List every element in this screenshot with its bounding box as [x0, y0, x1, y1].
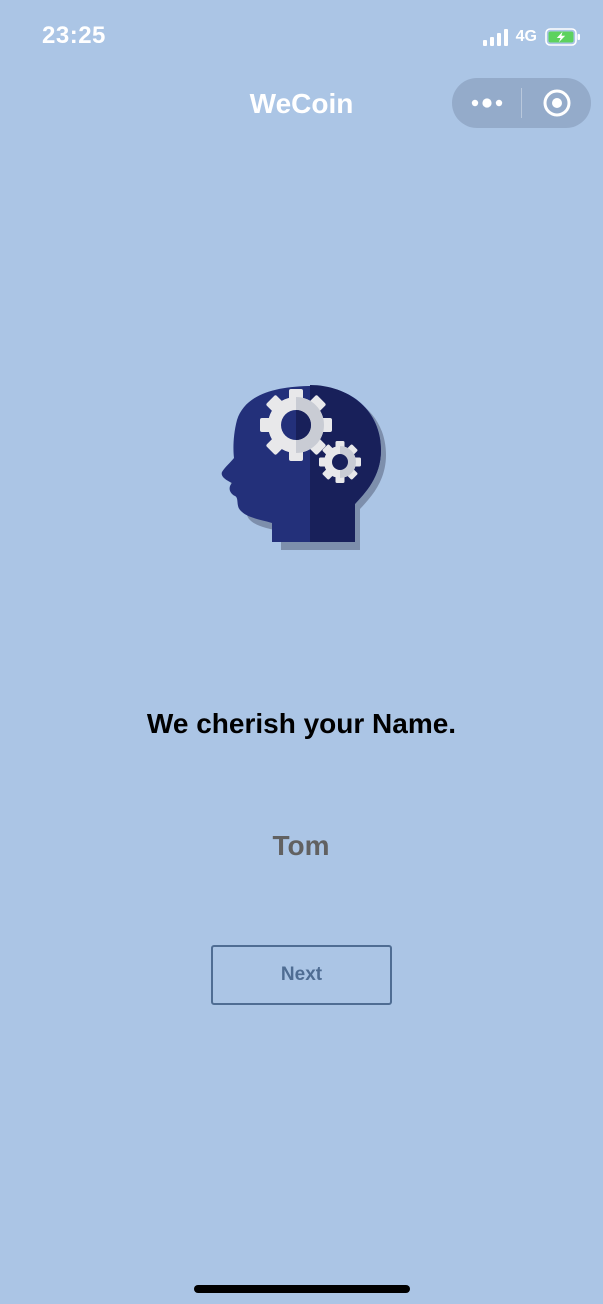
name-prompt: We cherish your Name.: [146, 708, 457, 739]
mini-program-capsule: [452, 78, 591, 128]
next-button[interactable]: Next: [211, 945, 392, 1005]
status-indicators: 4G: [482, 26, 581, 48]
network-type: 4G: [515, 28, 537, 45]
target-circle-icon: [543, 89, 570, 117]
name-input[interactable]: [151, 823, 451, 869]
battery-charging-icon: [545, 28, 580, 46]
status-time: 23:25: [42, 22, 106, 49]
nav-bar: WeCoin: [0, 76, 603, 132]
home-indicator: [194, 1285, 410, 1293]
signal-bars-icon: [482, 28, 508, 46]
head-gears-icon: [221, 385, 386, 550]
status-bar: 23:25 4G: [0, 0, 603, 76]
more-button[interactable]: [452, 78, 521, 128]
close-button[interactable]: [522, 78, 591, 128]
more-dots-icon: [471, 98, 502, 108]
